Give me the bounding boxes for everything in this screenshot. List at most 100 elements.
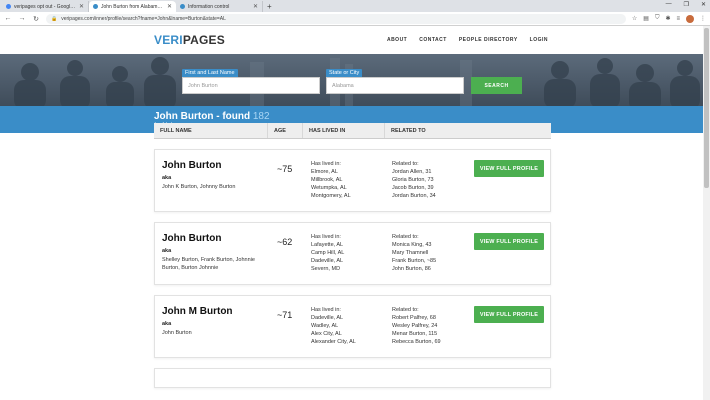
related-to-list: Related to: Robert Palfrey, 68 Wesley Pa… — [392, 306, 441, 346]
close-icon[interactable]: ✕ — [253, 3, 258, 10]
list-item: Jordan Burton, 34 — [392, 193, 436, 199]
veripages-favicon-icon — [93, 4, 98, 9]
result-card: John Burton aka Shelley Burton, Frank Bu… — [154, 222, 551, 285]
list-item: Lafayette, AL — [311, 242, 344, 248]
search-form: First and Last Name John Burton State or… — [182, 69, 522, 94]
list-item: Dadeville, AL — [311, 315, 344, 321]
logo-part-veri: VERI — [154, 33, 183, 47]
lived-in-list: Has lived in: Dadeville, AL Wadley, AL A… — [311, 306, 356, 346]
browser-tab-google[interactable]: veripages opt out - Google Sea ✕ — [2, 1, 89, 12]
list-item: Elmore, AL — [311, 169, 338, 175]
maximize-icon[interactable]: ❐ — [684, 1, 689, 8]
list-item: John Burton, 86 — [392, 266, 431, 272]
top-navigation: ABOUT CONTACT PEOPLE DIRECTORY LOGIN — [387, 37, 548, 43]
related-to-label: Related to: — [392, 234, 419, 240]
result-card: John M Burton aka John Burton ~71 Has li… — [154, 295, 551, 358]
veripages-favicon-icon — [180, 4, 185, 9]
puzzle-icon[interactable]: ✱ — [665, 15, 670, 22]
view-full-profile-button[interactable]: VIEW FULL PROFILE — [474, 233, 544, 250]
close-icon[interactable]: ✕ — [167, 3, 172, 10]
result-card: John Burton aka John K Burton, Johnny Bu… — [154, 149, 551, 212]
related-to-label: Related to: — [392, 307, 419, 313]
results-count: 182 — [252, 111, 270, 122]
name-field: First and Last Name John Burton — [182, 69, 320, 94]
search-button[interactable]: SEARCH — [471, 77, 522, 94]
state-input[interactable]: Alabama — [326, 77, 464, 94]
nav-about[interactable]: ABOUT — [387, 37, 407, 43]
list-item: Jacob Burton, 39 — [392, 185, 434, 191]
list-item: Montgomery, AL — [311, 193, 351, 199]
results-title: John Burton - found 182 — [154, 111, 703, 122]
list-item: Jordan Allen, 31 — [392, 169, 432, 175]
lived-in-list: Has lived in: Elmore, AL Millbrook, AL W… — [311, 160, 351, 200]
nav-login[interactable]: LOGIN — [530, 37, 548, 43]
aka-names: John K Burton, Johnny Burton — [162, 184, 236, 190]
lived-in-list: Has lived in: Lafayette, AL Camp Hill, A… — [311, 233, 344, 273]
aka-label: aka — [162, 248, 172, 254]
header-age: AGE — [268, 123, 303, 138]
results-title-text: John Burton - found — [154, 111, 251, 122]
search-hero: First and Last Name John Burton State or… — [0, 54, 703, 106]
list-item: Wetumpka, AL — [311, 185, 347, 191]
tab-title: John Burton from Alabama addr — [101, 3, 164, 10]
state-field-label: State or City — [326, 69, 363, 77]
person-name: John M Burton — [162, 306, 233, 317]
list-item: Wadley, AL — [311, 323, 339, 329]
header-related-to: RELATED TO — [391, 127, 426, 134]
list-item: Millbrook, AL — [311, 177, 343, 183]
browser-extensions: ☆ ▤ ⛉ ✱ ≡ ⋮ — [632, 14, 706, 23]
aka-names: Shelley Burton, Frank Burton, Johnnie Bu… — [162, 257, 255, 271]
back-icon[interactable]: ← — [4, 15, 12, 22]
lived-in-label: Has lived in: — [311, 234, 341, 240]
menu-icon[interactable]: ⋮ — [700, 15, 706, 22]
state-field: State or City Alabama — [326, 69, 464, 94]
name-input[interactable]: John Burton — [182, 77, 320, 94]
google-favicon-icon — [6, 4, 11, 9]
header-has-lived-in: HAS LIVED IN — [303, 123, 385, 138]
aka-label: aka — [162, 321, 172, 327]
scrollbar-thumb[interactable] — [704, 28, 709, 188]
close-icon[interactable]: ✕ — [79, 3, 84, 10]
person-age: ~71 — [277, 310, 293, 320]
logo-part-pages: PAGES — [182, 33, 225, 47]
view-full-profile-button[interactable]: VIEW FULL PROFILE — [474, 306, 544, 323]
related-to-list: Related to: Monica King, 43 Mary Thamnel… — [392, 233, 436, 273]
lock-icon: 🔒 — [51, 15, 58, 22]
page-scrollbar[interactable] — [703, 26, 710, 400]
aka-label: aka — [162, 175, 172, 181]
list-item: Mary Thamnell — [392, 250, 429, 256]
shield-icon[interactable]: ⛉ — [655, 15, 660, 22]
minimize-icon[interactable]: — — [666, 1, 672, 8]
person-age: ~62 — [277, 237, 293, 247]
person-name: John Burton — [162, 233, 222, 244]
reload-icon[interactable]: ↻ — [32, 15, 40, 23]
list-item: Frank Burton, ~85 — [392, 258, 437, 264]
list-item: Wesley Palfrey, 24 — [392, 323, 438, 329]
lived-in-label: Has lived in: — [311, 307, 341, 313]
profile-avatar[interactable] — [686, 14, 694, 23]
related-to-label: Related to: — [392, 161, 419, 167]
site-logo[interactable]: VERIPAGES — [154, 33, 225, 47]
new-tab-button[interactable]: + — [263, 1, 276, 12]
browser-tab-veripages[interactable]: John Burton from Alabama addr ✕ — [89, 1, 176, 12]
tab-title: veripages opt out - Google Sea — [14, 3, 76, 10]
view-full-profile-button[interactable]: VIEW FULL PROFILE — [474, 160, 544, 177]
star-icon[interactable]: ☆ — [632, 15, 637, 22]
window-controls: — ❐ ✕ — [666, 1, 706, 8]
person-age: ~75 — [277, 164, 293, 174]
close-window-icon[interactable]: ✕ — [701, 1, 706, 8]
result-card-partial — [154, 368, 551, 388]
reading-list-icon[interactable]: ▤ — [643, 15, 649, 22]
list-item: Monica King, 43 — [392, 242, 432, 248]
list-item: Dadeville, AL — [311, 258, 344, 264]
list-item: Alex City, AL — [311, 331, 342, 337]
address-bar[interactable]: 🔒 veripages.com/inner/profile/search?fna… — [46, 13, 626, 24]
url-text: veripages.com/inner/profile/search?fname… — [61, 15, 226, 22]
browser-tab-info[interactable]: Information control ✕ — [176, 1, 263, 12]
forward-icon[interactable]: → — [18, 15, 26, 22]
nav-contact[interactable]: CONTACT — [419, 37, 447, 43]
list-item: Robert Palfrey, 68 — [392, 315, 436, 321]
nav-people-directory[interactable]: PEOPLE DIRECTORY — [459, 37, 518, 43]
media-icon[interactable]: ≡ — [676, 16, 680, 22]
aka-names: John Burton — [162, 330, 192, 336]
